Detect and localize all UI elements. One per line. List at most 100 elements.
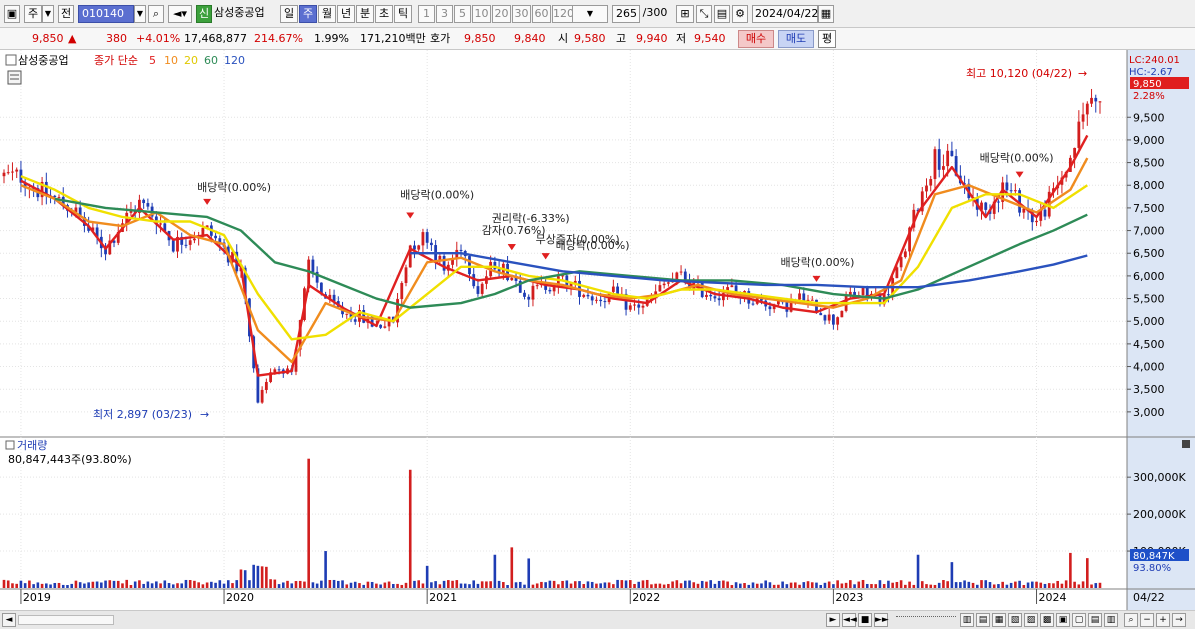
candle-body xyxy=(595,299,598,301)
scroll-right-icon[interactable]: ► xyxy=(826,613,840,627)
market-select[interactable]: 전 xyxy=(58,5,74,23)
candle-body xyxy=(937,149,941,170)
period-tab-2[interactable]: 주 xyxy=(299,5,317,23)
x-tick-label: 2021 xyxy=(429,591,457,604)
interval-tab-1[interactable]: 1 xyxy=(418,5,435,23)
volume-bar xyxy=(290,583,294,588)
volume-bar xyxy=(70,583,74,588)
period-tab-6[interactable]: 초 xyxy=(375,5,393,23)
candle-body xyxy=(751,303,755,305)
volume-bar xyxy=(1001,581,1004,588)
settings-gear-icon[interactable]: ⚙ xyxy=(732,5,748,23)
volume-bar xyxy=(573,581,577,588)
count-input[interactable]: 265 xyxy=(612,5,640,23)
chart-icon-10[interactable]: ▥ xyxy=(1104,613,1118,627)
period-tab-4[interactable]: 년 xyxy=(337,5,355,23)
stock-chart[interactable]: 배당락(0.00%)배당락(0.00%)권리락(-6.33%)감자(0.76%)… xyxy=(0,50,1195,610)
candle-body xyxy=(1035,220,1038,223)
interval-tab-5[interactable]: 5 xyxy=(454,5,471,23)
chart-icon-7[interactable]: ▣ xyxy=(1056,613,1070,627)
zoom-icon[interactable]: ⌕ xyxy=(1124,613,1138,627)
save-icon[interactable]: ▤ xyxy=(714,5,730,23)
data-table-icon[interactable] xyxy=(7,70,22,85)
candle-body xyxy=(666,282,670,284)
volume-bar xyxy=(726,581,729,588)
code-dropdown-icon[interactable]: ▼ xyxy=(134,5,146,23)
volume-bar xyxy=(23,583,27,588)
mode-dropdown-icon[interactable]: ▼ xyxy=(42,5,54,23)
chart-type-icon[interactable]: ⊞ xyxy=(676,5,694,23)
window-icon[interactable]: ▣ xyxy=(4,5,20,23)
volume-bar xyxy=(1081,581,1085,588)
candle-body xyxy=(861,287,865,296)
stock-code-input[interactable]: 010140 xyxy=(78,5,134,23)
speed-slider[interactable] xyxy=(896,616,956,624)
chart-icon-8[interactable]: ▢ xyxy=(1072,613,1086,627)
volume-bar xyxy=(552,580,556,588)
chart-scrollbar[interactable]: ◄ ► ◄◄ ■ ►► ▥ ▤ ▦ ▧ ▨ ▩ ▣ ▢ ▤ ▥ ⌕ − + → xyxy=(0,610,1195,629)
zoom-in-icon[interactable]: + xyxy=(1156,613,1170,627)
panel-close-icon[interactable] xyxy=(1182,440,1190,448)
interval-tab-20[interactable]: 20 xyxy=(492,5,511,23)
calendar-icon[interactable]: ▦ xyxy=(818,5,834,23)
volume-bar xyxy=(320,580,323,588)
interval-dropdown-icon[interactable]: ▼ xyxy=(572,5,608,23)
interval-tab-10[interactable]: 10 xyxy=(472,5,491,23)
price-tick-label: 3,500 xyxy=(1133,383,1165,396)
candle-body xyxy=(188,240,192,245)
interval-tab-60[interactable]: 60 xyxy=(532,5,551,23)
candle-body xyxy=(400,282,404,300)
chart-icon-5[interactable]: ▨ xyxy=(1024,613,1038,627)
chart-icon-4[interactable]: ▧ xyxy=(1008,613,1022,627)
event-label: 배당락(0.00%) xyxy=(400,188,474,201)
chart-icon-6[interactable]: ▩ xyxy=(1040,613,1054,627)
chart-icon-9[interactable]: ▤ xyxy=(1088,613,1102,627)
mode-select[interactable]: 주 xyxy=(24,5,42,23)
chart-icon-3[interactable]: ▦ xyxy=(992,613,1006,627)
candle-body xyxy=(260,389,264,403)
candle-body xyxy=(709,294,713,297)
chart-icon-2[interactable]: ▤ xyxy=(976,613,990,627)
interval-tab-3[interactable]: 3 xyxy=(436,5,453,23)
volume-bar xyxy=(1022,585,1026,588)
buy-button[interactable]: 매수 xyxy=(738,30,774,48)
period-tab-3[interactable]: 월 xyxy=(318,5,336,23)
volume-bar xyxy=(345,584,349,588)
volume-bar xyxy=(950,562,954,588)
scroll-thumb[interactable] xyxy=(18,615,114,625)
average-button[interactable]: 평 xyxy=(818,30,836,48)
volume-bar xyxy=(641,580,645,588)
volume-bar xyxy=(218,580,222,588)
period-tab-7[interactable]: 틱 xyxy=(394,5,412,23)
interval-tab-30[interactable]: 30 xyxy=(512,5,531,23)
candle-body xyxy=(798,293,801,300)
rewind-icon[interactable]: ◄◄ xyxy=(842,613,857,627)
volume-bar xyxy=(975,584,979,588)
volume-bar xyxy=(637,581,641,588)
period-tab-5[interactable]: 분 xyxy=(356,5,374,23)
interval-tab-120[interactable]: 120 xyxy=(552,5,574,23)
candle-body xyxy=(1013,190,1017,192)
fast-forward-icon[interactable]: ►► xyxy=(874,613,889,627)
tools-icon[interactable]: ⤡ xyxy=(696,5,712,23)
speaker-icon[interactable]: ◄▾ xyxy=(168,5,192,23)
volume-bar xyxy=(442,580,446,588)
date-input[interactable]: 2024/04/22 xyxy=(752,5,818,23)
volume-bar xyxy=(392,584,395,588)
candle-body xyxy=(717,298,721,301)
scroll-left-icon[interactable]: ◄ xyxy=(2,613,16,627)
stop-icon[interactable]: ■ xyxy=(858,613,872,627)
chart-icon-1[interactable]: ▥ xyxy=(960,613,974,627)
pan-right-icon[interactable]: → xyxy=(1172,613,1186,627)
sell-button[interactable]: 매도 xyxy=(778,30,814,48)
volume-bar xyxy=(1039,582,1043,588)
min-arrow-icon: → xyxy=(200,408,209,421)
volume-bar xyxy=(265,566,268,588)
volume-bar xyxy=(895,581,899,588)
search-icon[interactable]: ⌕ xyxy=(148,5,164,23)
period-tab-1[interactable]: 일 xyxy=(280,5,298,23)
volume-bar xyxy=(408,469,412,588)
volume-bar xyxy=(337,580,340,588)
zoom-out-icon[interactable]: − xyxy=(1140,613,1154,627)
candle-body xyxy=(142,199,146,204)
